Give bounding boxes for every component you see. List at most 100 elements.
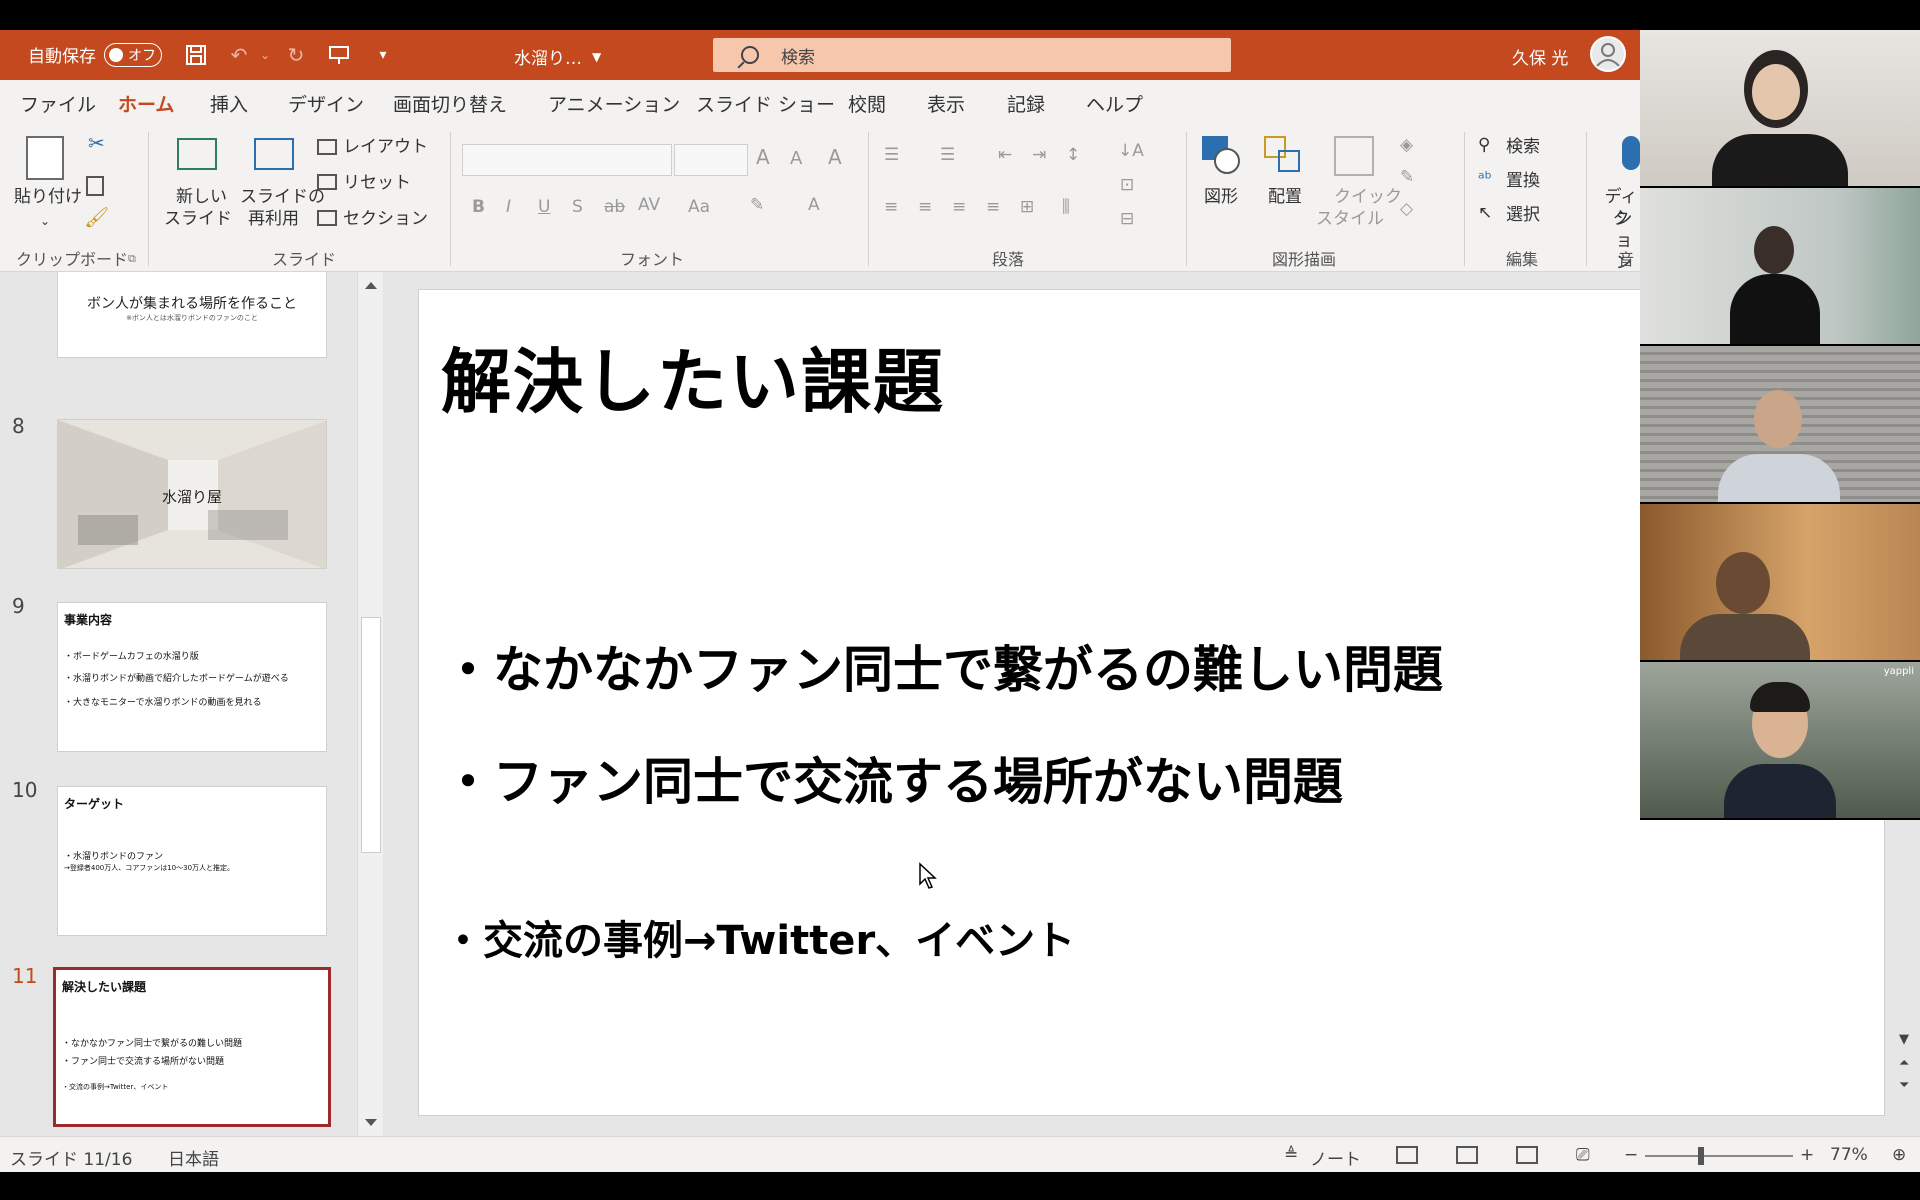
align-right-icon[interactable]: ≡ [952,196,966,218]
customize-qat-icon[interactable]: ▾ [370,42,396,68]
user-name[interactable]: 久保 光 [1512,44,1568,69]
reuse-slides-label-1[interactable]: スライドの [240,186,325,208]
replace-label[interactable]: 置換 [1506,170,1540,192]
microphone-icon[interactable] [1622,136,1640,170]
underline-icon[interactable]: U [538,196,550,218]
notes-icon[interactable]: ≜ [1284,1145,1298,1165]
align-left-icon[interactable]: ≡ [884,196,898,218]
participant-video[interactable] [1640,30,1920,186]
new-slide-label-2[interactable]: スライド [164,208,232,230]
change-case-icon[interactable]: Aa [688,196,710,218]
columns-icon[interactable]: ⫼ [1062,196,1070,218]
tab-file[interactable]: ファイル [20,90,96,117]
dialog-launcher-icon[interactable]: ⧉ [128,248,136,270]
paste-label[interactable]: 貼り付け [14,186,82,208]
scrollbar-thumb[interactable] [361,617,381,853]
replace-icon[interactable]: ᵃᵇ [1478,168,1492,190]
select-icon[interactable]: ↖ [1478,202,1492,224]
tab-record[interactable]: 記録 [1007,90,1045,117]
reuse-slides-icon[interactable] [254,138,294,170]
paste-icon[interactable] [26,136,64,180]
shape-effects-icon[interactable]: ◇ [1400,198,1413,220]
tab-insert[interactable]: 挿入 [210,90,248,117]
text-direction-icon[interactable]: ↓A [1118,140,1144,162]
reading-view-icon[interactable] [1516,1146,1538,1164]
participant-video[interactable]: yappli [1640,662,1920,818]
slide-thumbnail-7[interactable]: ボン人が集まれる場所を作ること ※ボン人とは水溜りボンドのファンのこと [57,272,327,358]
reset-icon[interactable] [317,174,337,190]
chevron-down-icon[interactable]: ⌄ [40,210,50,232]
align-text-icon[interactable]: ⊡ [1120,174,1134,196]
quick-styles-icon[interactable] [1334,136,1374,176]
grow-font-icon[interactable]: A [756,146,770,168]
new-slide-label-1[interactable]: 新しい [176,186,227,208]
scroll-down-icon[interactable] [365,1119,377,1126]
redo-icon[interactable]: ↻ [283,42,309,68]
slide-title[interactable]: 解決したい課題 [441,326,945,427]
participant-video[interactable] [1640,346,1920,502]
slide-sorter-icon[interactable] [1456,1146,1478,1164]
notes-button[interactable]: ノート [1310,1145,1361,1170]
next-slide-icon[interactable]: ⏷ [1899,1078,1909,1093]
tab-help[interactable]: ヘルプ [1086,90,1143,117]
strikethrough-icon[interactable]: ab [604,196,625,218]
participant-video[interactable] [1640,188,1920,344]
slide-bullet[interactable]: ・なかなかファン同士で繋がるの難しい問題 [443,630,1443,702]
layout-icon[interactable] [317,139,337,155]
bullets-icon[interactable]: ☰ [884,144,899,166]
justify-icon[interactable]: ≡ [986,196,1000,218]
undo-icon[interactable]: ↶ [226,42,252,68]
slideshow-icon[interactable]: ⎚ [1576,1145,1590,1165]
slide-thumbnail-9[interactable]: 事業内容 ・ボードゲームカフェの水溜り版 ・水溜りボンドが動画で紹介したボードゲ… [57,602,327,752]
section-label[interactable]: セクション [343,208,428,230]
document-title[interactable]: 水溜り… ▼ [514,44,601,69]
tab-view[interactable]: 表示 [927,90,965,117]
normal-view-icon[interactable] [1396,1146,1418,1164]
tab-slideshow[interactable]: スライド ショー [696,90,835,117]
select-label[interactable]: 選択 [1506,204,1540,226]
scroll-up-icon[interactable] [365,282,377,289]
highlight-icon[interactable]: ✎ [750,194,764,216]
copy-icon[interactable] [86,176,104,196]
shape-outline-icon[interactable]: ✎ [1400,166,1414,188]
fit-to-window-icon[interactable]: ⊕ [1892,1145,1906,1165]
zoom-slider-thumb[interactable] [1698,1147,1704,1165]
tab-design[interactable]: デザイン [288,90,364,117]
slide-thumbnail-10[interactable]: ターゲット ・水溜りボンドのファン →登録者400万人、コアファンは10〜30万… [57,786,327,936]
slide-bullet[interactable]: ・ファン同士で交流する場所がない問題 [443,742,1343,814]
slide-thumbnail-11[interactable]: 解決したい課題 ・なかなかファン同士で繋がるの難しい問題 ・ファン同士で交流する… [53,967,331,1127]
zoom-in-icon[interactable]: + [1800,1145,1814,1165]
shape-fill-icon[interactable]: ◈ [1400,134,1413,156]
numbering-icon[interactable]: ☰ [940,144,955,166]
scroll-down-icon[interactable]: ▼ [1899,1032,1909,1047]
bold-icon[interactable]: B [472,196,485,218]
thumbnails-scrollbar[interactable] [357,272,383,1136]
zoom-slider[interactable] [1645,1155,1793,1157]
quick-styles-label-1[interactable]: クイック [1334,186,1402,208]
present-icon[interactable] [326,42,352,68]
font-size-input[interactable] [674,144,748,176]
shapes-label[interactable]: 図形 [1204,186,1238,208]
reset-label[interactable]: リセット [343,172,411,194]
slide-thumbnail-8[interactable]: 水溜り屋 [57,419,327,569]
cut-icon[interactable]: ✂ [88,132,105,154]
section-icon[interactable] [317,210,337,226]
previous-slide-icon[interactable]: ⏶ [1899,1056,1909,1071]
zoom-out-icon[interactable]: − [1624,1145,1638,1165]
shrink-font-icon[interactable]: A [790,148,802,170]
line-spacing-icon[interactable]: ↕ [1066,144,1080,166]
layout-label[interactable]: レイアウト [343,136,428,158]
shadow-icon[interactable]: S [572,196,583,218]
align-center-icon[interactable]: ≡ [918,196,932,218]
autosave-toggle[interactable]: オフ [104,42,162,67]
find-label[interactable]: 検索 [1506,136,1540,158]
avatar[interactable] [1590,36,1626,72]
tab-home[interactable]: ホーム [118,90,175,125]
participant-video[interactable] [1640,504,1920,660]
arrange-label[interactable]: 配置 [1268,186,1302,208]
clear-format-icon[interactable]: A [828,146,842,168]
decrease-indent-icon[interactable]: ⇤ [998,144,1012,166]
new-slide-icon[interactable] [177,138,217,170]
increase-indent-icon[interactable]: ⇥ [1032,144,1046,166]
search-box[interactable]: 検索 [713,38,1231,72]
